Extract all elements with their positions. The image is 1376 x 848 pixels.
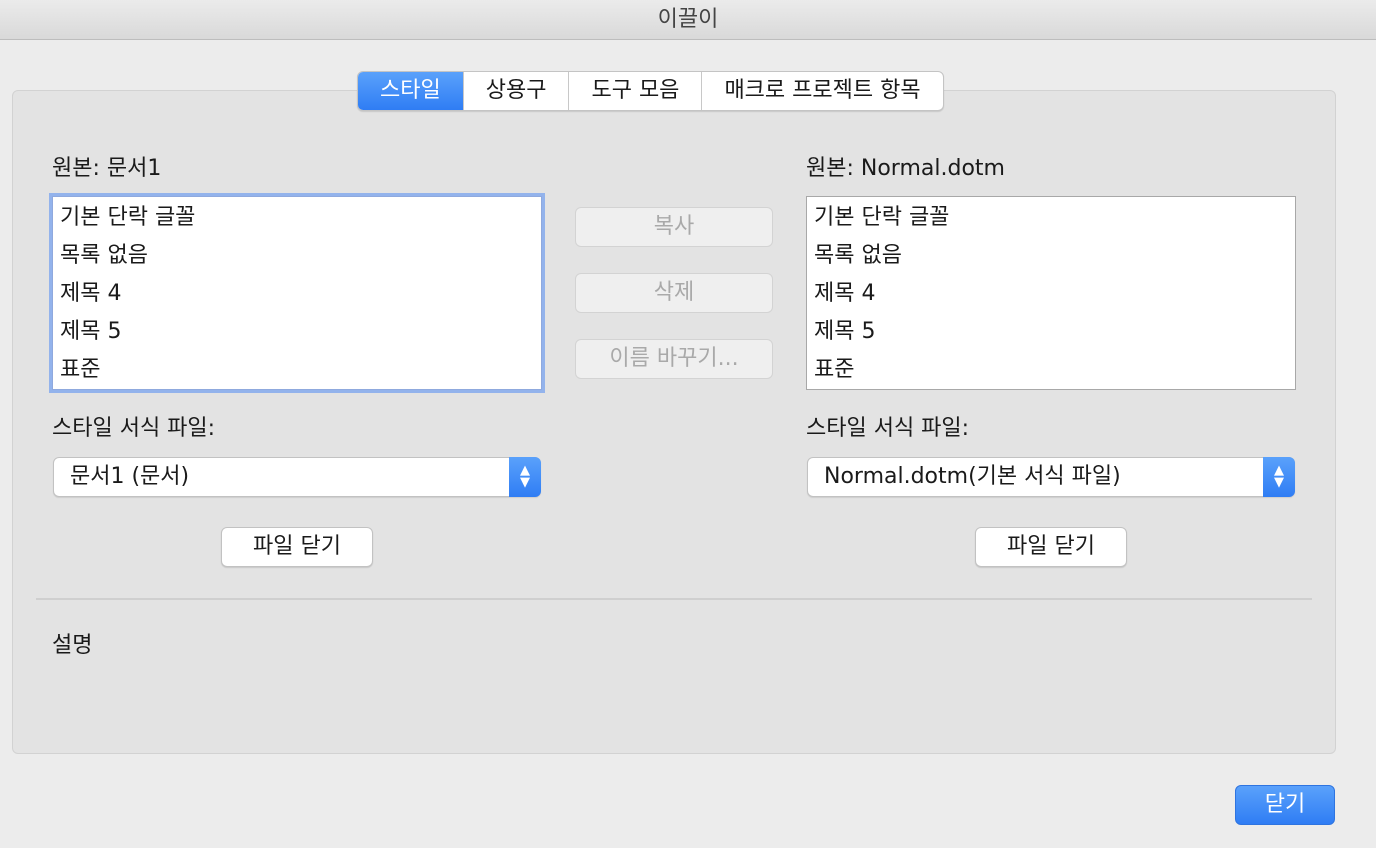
list-item[interactable]: 목록 없음 (60, 237, 541, 275)
window-title: 이끌이 (657, 7, 719, 32)
list-item[interactable]: 제목 4 (60, 275, 541, 313)
left-template-select[interactable]: 문서1 (문서) ▲ ▼ (53, 457, 541, 497)
close-button[interactable]: 닫기 (1235, 785, 1335, 825)
delete-button[interactable]: 삭제 (575, 273, 773, 313)
right-template-value: Normal.dotm(기본 서식 파일) (824, 464, 1121, 489)
rename-button[interactable]: 이름 바꾸기... (575, 339, 773, 379)
left-style-list[interactable]: 기본 단락 글꼴 목록 없음 제목 4 제목 5 표준 (52, 196, 542, 390)
tab-styles[interactable]: 스타일 (358, 72, 464, 110)
left-template-label: 스타일 서식 파일: (52, 416, 216, 441)
list-item[interactable]: 표준 (814, 351, 1295, 389)
right-source-label: 원본: Normal.dotm (806, 156, 1005, 181)
right-template-select[interactable]: Normal.dotm(기본 서식 파일) ▲ ▼ (807, 457, 1295, 497)
list-item[interactable]: 제목 5 (60, 313, 541, 351)
left-template-value: 문서1 (문서) (70, 464, 190, 489)
chevron-up-down-icon: ▲ ▼ (1263, 457, 1295, 497)
left-close-file-button[interactable]: 파일 닫기 (221, 527, 373, 567)
divider (36, 598, 1312, 600)
right-close-file-button[interactable]: 파일 닫기 (975, 527, 1127, 567)
list-item[interactable]: 목록 없음 (814, 237, 1295, 275)
left-source-label: 원본: 문서1 (52, 156, 162, 181)
chevron-up-down-icon: ▲ ▼ (509, 457, 541, 497)
description-label: 설명 (52, 633, 93, 658)
list-item[interactable]: 제목 4 (814, 275, 1295, 313)
list-item[interactable]: 제목 5 (814, 313, 1295, 351)
tab-autotext[interactable]: 상용구 (464, 72, 570, 110)
tab-toolbars[interactable]: 도구 모음 (569, 72, 703, 110)
list-item[interactable]: 기본 단락 글꼴 (60, 199, 541, 237)
window-title-bar: 이끌이 (0, 0, 1376, 40)
list-item[interactable]: 표준 (60, 351, 541, 389)
right-style-list[interactable]: 기본 단락 글꼴 목록 없음 제목 4 제목 5 표준 (806, 196, 1296, 390)
tab-macro-project-items[interactable]: 매크로 프로젝트 항목 (702, 72, 942, 110)
right-template-label: 스타일 서식 파일: (806, 416, 970, 441)
copy-button[interactable]: 복사 (575, 207, 773, 247)
list-item[interactable]: 기본 단락 글꼴 (814, 199, 1295, 237)
tab-bar: 스타일 상용구 도구 모음 매크로 프로젝트 항목 (357, 71, 944, 111)
